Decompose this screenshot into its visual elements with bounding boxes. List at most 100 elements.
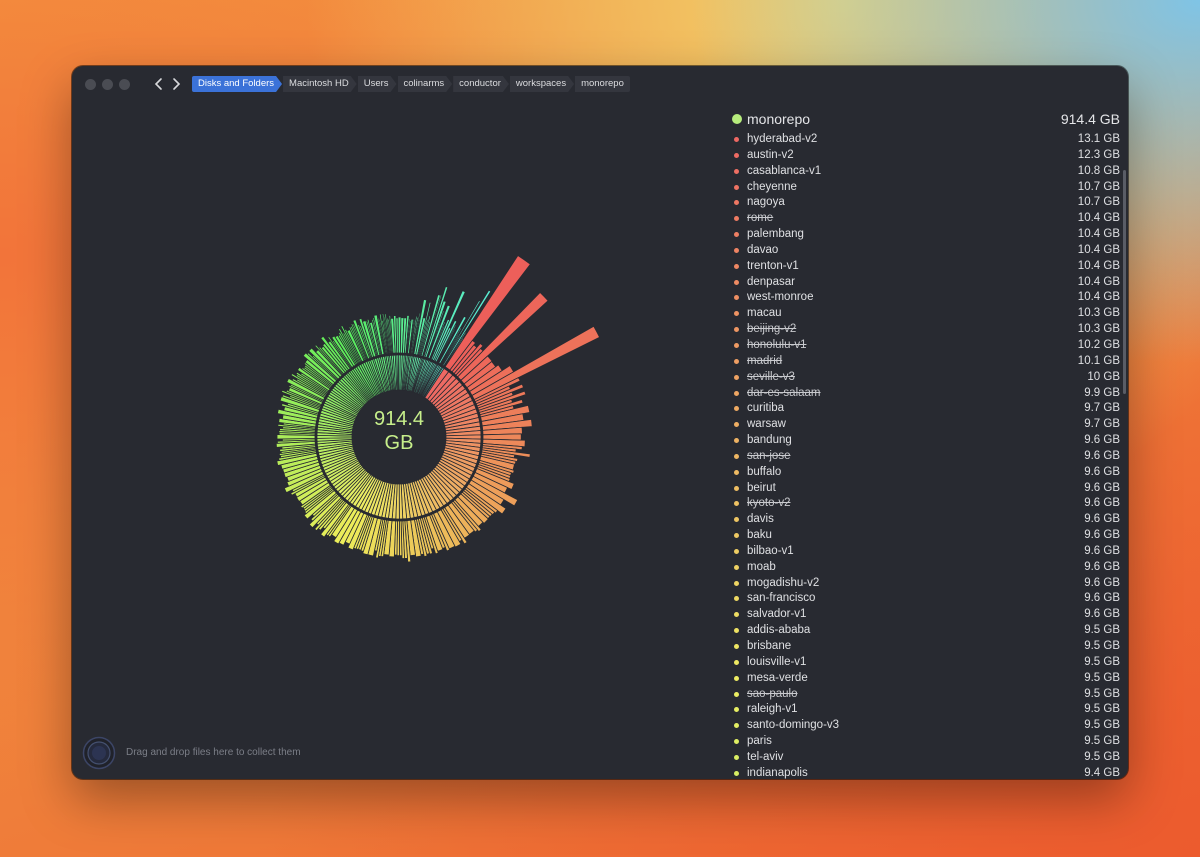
- folder-list-item[interactable]: austin-v2 12.3 GB: [732, 148, 1122, 164]
- folder-list-item[interactable]: palembang 10.4 GB: [732, 227, 1122, 243]
- folder-list-item[interactable]: buffalo 9.6 GB: [732, 465, 1122, 481]
- folder-list-item[interactable]: raleigh-v1 9.5 GB: [732, 702, 1122, 718]
- folder-list-panel: monorepo 914.4 GB hyderabad-v2 13.1 GB aus…: [732, 102, 1128, 779]
- folder-list-item[interactable]: addis-ababa 9.5 GB: [732, 623, 1122, 639]
- folder-list-item[interactable]: trenton-v1 10.4 GB: [732, 259, 1122, 275]
- folder-color-dot: [734, 327, 739, 333]
- total-size-value: 914.4: [373, 408, 425, 430]
- folder-list-item[interactable]: indianapolis 9.4 GB: [732, 766, 1122, 779]
- folder-list-item[interactable]: louisville-v1 9.5 GB: [732, 655, 1122, 671]
- folder-name: san-francisco: [747, 592, 816, 605]
- folder-list-item[interactable]: nagoya 10.7 GB: [732, 195, 1122, 211]
- breadcrumb-item-monorepo[interactable]: monorepo: [575, 76, 630, 92]
- breadcrumb-item-users[interactable]: Users: [358, 76, 397, 92]
- sunburst-chart-area: 914.4 GB: [72, 102, 722, 742]
- folder-list-item[interactable]: macau 10.3 GB: [732, 306, 1122, 322]
- folder-list-item[interactable]: beirut 9.6 GB: [732, 481, 1122, 497]
- folder-size: 12.3 GB: [1077, 148, 1120, 161]
- folder-list-item[interactable]: san-francisco 9.6 GB: [732, 591, 1122, 607]
- folder-name: curitiba: [747, 402, 785, 415]
- folder-list-item[interactable]: santo-domingo-v3 9.5 GB: [732, 718, 1122, 734]
- folder-name: buffalo: [747, 465, 782, 478]
- folder-size: 9.5 GB: [1084, 624, 1120, 637]
- folder-name: bilbao-v1: [747, 544, 794, 557]
- folder-list-item[interactable]: brisbane 9.5 GB: [732, 639, 1122, 655]
- folder-list-item[interactable]: beijing-v2 10.3 GB: [732, 322, 1122, 338]
- folder-name: madrid: [747, 354, 783, 367]
- folder-list-item[interactable]: salvador-v1 9.6 GB: [732, 607, 1122, 623]
- folder-color-dot: [734, 707, 739, 713]
- folder-list-item[interactable]: casablanca-v1 10.8 GB: [732, 164, 1122, 180]
- current-folder-row[interactable]: monorepo 914.4 GB: [732, 106, 1122, 128]
- folder-list-item[interactable]: cheyenne 10.7 GB: [732, 180, 1122, 196]
- folder-list-item[interactable]: mesa-verde 9.5 GB: [732, 671, 1122, 687]
- folder-color-dot: [734, 564, 739, 570]
- folder-list-item[interactable]: paris 9.5 GB: [732, 734, 1122, 750]
- folder-list-item[interactable]: davao 10.4 GB: [732, 243, 1122, 259]
- folder-list-item[interactable]: bandung 9.6 GB: [732, 433, 1122, 449]
- folder-name: addis-ababa: [747, 624, 811, 637]
- breadcrumb-item-conductor[interactable]: conductor: [453, 76, 509, 92]
- folder-color-dot: [734, 548, 739, 554]
- folder-color-dot: [734, 501, 739, 507]
- folder-name: davis: [747, 513, 774, 526]
- folder-size: 10.4 GB: [1077, 243, 1120, 256]
- folder-list-item[interactable]: moab 9.6 GB: [732, 560, 1122, 576]
- total-size-label[interactable]: 914.4 GB: [349, 407, 449, 455]
- folder-list-item[interactable]: denpasar 10.4 GB: [732, 275, 1122, 291]
- back-button[interactable]: [152, 76, 166, 92]
- folder-list-item[interactable]: tel-aviv 9.5 GB: [732, 750, 1122, 766]
- folder-list-item[interactable]: kyoto-v2 9.6 GB: [732, 496, 1122, 512]
- folder-list-item[interactable]: davis 9.6 GB: [732, 512, 1122, 528]
- folder-name: beijing-v2: [747, 323, 797, 336]
- collector-drop-target[interactable]: [82, 736, 116, 770]
- breadcrumb-item-disks-and-folders[interactable]: Disks and Folders: [192, 76, 282, 92]
- folder-name: rome: [747, 212, 774, 225]
- folder-list-item[interactable]: madrid 10.1 GB: [732, 354, 1122, 370]
- minimize-window-button[interactable]: [102, 79, 113, 90]
- total-size-unit: GB: [384, 432, 414, 454]
- collector-hint: Drag and drop files here to collect them: [126, 747, 301, 758]
- folder-list: hyderabad-v2 13.1 GB austin-v2 12.3 GB casab…: [732, 132, 1122, 779]
- folder-list-item[interactable]: san-jose 9.6 GB: [732, 449, 1122, 465]
- folder-name: davao: [747, 243, 779, 256]
- breadcrumb-item-macintosh-hd[interactable]: Macintosh HD: [283, 76, 357, 92]
- folder-list-item[interactable]: curitiba 9.7 GB: [732, 401, 1122, 417]
- folder-list-item[interactable]: sao-paulo 9.5 GB: [732, 687, 1122, 703]
- folder-color-dot: [734, 279, 739, 285]
- chevron-right-icon: [173, 78, 181, 90]
- folder-list-item[interactable]: west-monroe 10.4 GB: [732, 290, 1122, 306]
- folder-list-item[interactable]: seville-v3 10 GB: [732, 370, 1122, 386]
- folder-name: mesa-verde: [747, 671, 808, 684]
- folder-color-dot: [734, 406, 739, 412]
- folder-size: 10.8 GB: [1077, 164, 1120, 177]
- folder-color-dot: [734, 596, 739, 602]
- folder-size: 9.7 GB: [1084, 418, 1120, 431]
- folder-color-dot: [734, 168, 739, 174]
- folder-color-dot: [734, 469, 739, 475]
- folder-size: 9.5 GB: [1084, 655, 1120, 668]
- folder-size: 10.3 GB: [1077, 307, 1120, 320]
- folder-list-item[interactable]: dar-es-salaam 9.9 GB: [732, 386, 1122, 402]
- folder-size: 9.5 GB: [1084, 735, 1120, 748]
- zoom-window-button[interactable]: [119, 79, 130, 90]
- folder-color-dot: [734, 184, 739, 190]
- folder-name: dar-es-salaam: [747, 386, 821, 399]
- folder-size: 9.9 GB: [1084, 386, 1120, 399]
- forward-button[interactable]: [169, 76, 183, 92]
- folder-list-item[interactable]: mogadishu-v2 9.6 GB: [732, 576, 1122, 592]
- close-window-button[interactable]: [85, 79, 96, 90]
- current-folder-size: 914.4 GB: [1060, 111, 1120, 127]
- breadcrumb-item-colinarms[interactable]: colinarms: [398, 76, 453, 92]
- folder-name: cheyenne: [747, 180, 797, 193]
- folder-size: 9.6 GB: [1084, 608, 1120, 621]
- folder-list-item[interactable]: honolulu-v1 10.2 GB: [732, 338, 1122, 354]
- list-scrollbar[interactable]: [1123, 170, 1126, 394]
- folder-list-item[interactable]: rome 10.4 GB: [732, 211, 1122, 227]
- breadcrumb-item-workspaces[interactable]: workspaces: [510, 76, 574, 92]
- folder-list-item[interactable]: baku 9.6 GB: [732, 528, 1122, 544]
- folder-size: 10.2 GB: [1077, 338, 1120, 351]
- folder-list-item[interactable]: hyderabad-v2 13.1 GB: [732, 132, 1122, 148]
- folder-list-item[interactable]: warsaw 9.7 GB: [732, 417, 1122, 433]
- folder-list-item[interactable]: bilbao-v1 9.6 GB: [732, 544, 1122, 560]
